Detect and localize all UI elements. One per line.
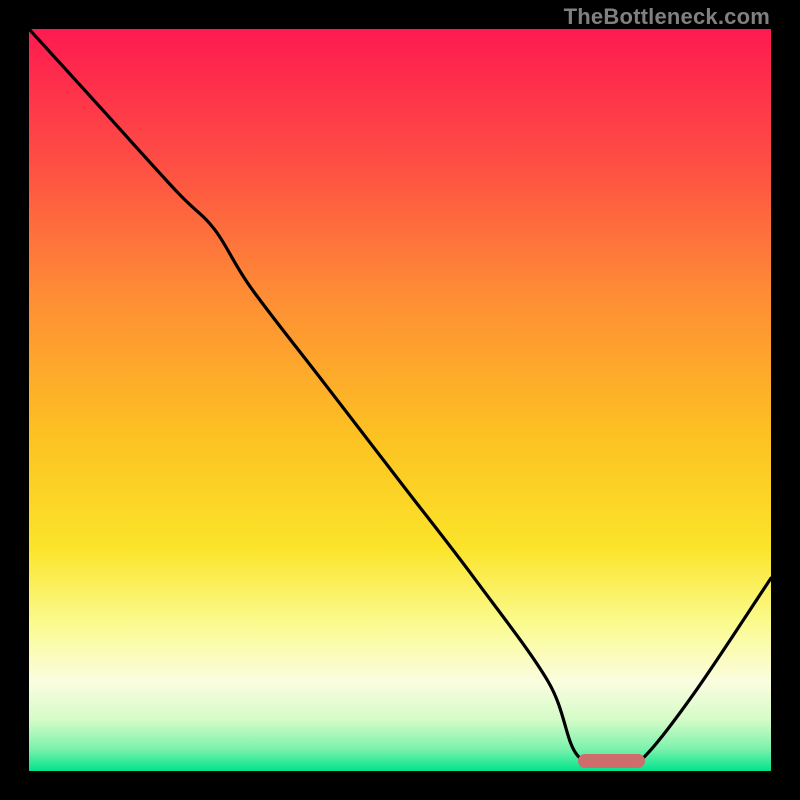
plot-area (29, 29, 771, 771)
optimal-range-marker (578, 754, 645, 768)
chart-frame: TheBottleneck.com (0, 0, 800, 800)
bottleneck-curve (29, 29, 771, 771)
watermark-text: TheBottleneck.com (564, 4, 770, 30)
